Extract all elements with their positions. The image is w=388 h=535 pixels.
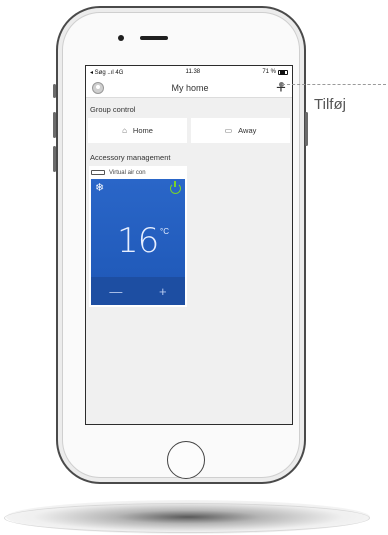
home-icon: ⌂: [122, 126, 127, 135]
power-side-button: [305, 112, 308, 146]
power-icon[interactable]: [170, 181, 181, 194]
profile-avatar[interactable]: [92, 81, 104, 94]
nav-bar: My home +: [86, 78, 292, 98]
accessory-name: Virtual air con: [109, 169, 146, 176]
earpiece-speaker: [140, 36, 168, 40]
home-mode-button[interactable]: ⌂ Home: [88, 118, 187, 143]
away-mode-label: Away: [238, 126, 257, 135]
callout-line: [282, 84, 386, 85]
accessory-card-header: Virtual air con: [91, 168, 185, 177]
group-control-heading: Group control: [90, 105, 136, 114]
air-conditioner-icon: [91, 170, 105, 175]
carrier-signal: ◂ Søg ..ıl 4G: [90, 69, 124, 76]
volume-up-button: [53, 112, 56, 138]
mute-switch: [53, 84, 56, 98]
front-camera: [118, 35, 124, 41]
callout-label: Tilføj: [314, 96, 346, 113]
volume-down-button: [53, 146, 56, 172]
snowflake-icon[interactable]: ❄: [95, 183, 104, 194]
floor-reflection: [4, 503, 370, 533]
battery-status: 71 %: [262, 69, 288, 75]
page-title: My home: [171, 82, 209, 93]
away-mode-button[interactable]: ▭ Away: [191, 118, 290, 143]
group-control-row: ⌂ Home ▭ Away: [86, 118, 292, 143]
status-bar: ◂ Søg ..ıl 4G 11.38 71 %: [86, 66, 292, 78]
temperature-value: 16: [117, 221, 159, 261]
temperature-unit: °C: [160, 227, 169, 236]
clock: 11.38: [185, 69, 201, 75]
accessory-card[interactable]: Virtual air con ❄ 16 °C — +: [89, 166, 187, 307]
home-button[interactable]: [167, 441, 205, 479]
temperature-controls: — +: [91, 277, 185, 305]
app-screen: ◂ Søg ..ıl 4G 11.38 71 % My home + Group…: [85, 65, 293, 425]
decrease-temperature-button[interactable]: —: [109, 284, 122, 299]
thermostat-panel: ❄ 16 °C — +: [91, 179, 185, 305]
away-icon: ▭: [224, 126, 233, 135]
accessory-heading: Accessory management: [90, 153, 171, 162]
battery-percent: 71 %: [262, 69, 276, 75]
increase-temperature-button[interactable]: +: [159, 284, 167, 299]
battery-icon: [278, 69, 288, 75]
home-mode-label: Home: [132, 126, 153, 135]
